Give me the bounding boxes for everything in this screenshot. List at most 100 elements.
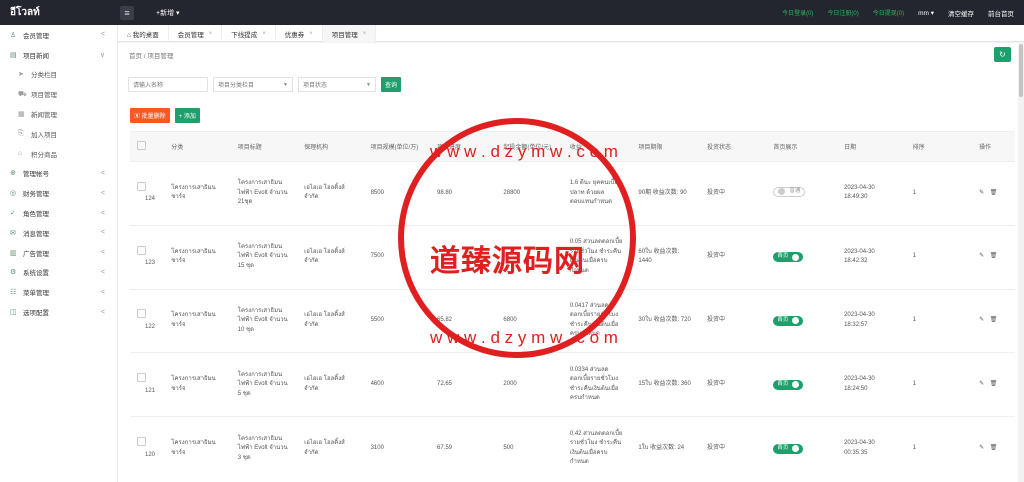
- column-header: 项目进度: [429, 131, 497, 162]
- row-id: 122: [145, 323, 156, 330]
- doc-icon: ▦: [18, 111, 25, 119]
- toggle-label: 首页: [777, 381, 789, 388]
- column-header: 日期: [837, 131, 906, 162]
- ad-icon: ▥: [10, 249, 17, 257]
- sidebar-item-14[interactable]: ◫ 选项配置 <: [0, 302, 117, 322]
- sidebar-item-4[interactable]: ▦ 新闻管理: [0, 104, 117, 124]
- row-checkbox[interactable]: [137, 245, 146, 255]
- row-checkbox[interactable]: [137, 373, 146, 383]
- select-all-checkbox-cell[interactable]: [130, 131, 165, 162]
- tab-3[interactable]: 优惠券 ×: [276, 25, 323, 42]
- sidebar-item-1[interactable]: ▤ 项目新闻 ∨: [0, 45, 117, 65]
- tab-label: 会员管理: [177, 31, 204, 39]
- close-icon[interactable]: ×: [363, 31, 367, 37]
- chevron-left-icon: <: [100, 288, 105, 296]
- topbar-link-3[interactable]: mm ▾: [918, 9, 934, 17]
- cell-title: โครงการเสาธิมนไฟฟ้า Evolt จำนวน 15 ชุด: [230, 224, 298, 290]
- row-actions[interactable]: ✎ 🗑: [972, 288, 1015, 353]
- table-body: 124 โครงการเสาธิมนชาร์จ โครงการเสาธิมนไฟฟ้…: [130, 161, 1015, 481]
- column-header: 项目标题: [230, 131, 298, 162]
- cell-scale: 5500: [363, 288, 430, 353]
- cell-progress: [429, 224, 497, 290]
- homepage-toggle[interactable]: 首页: [773, 315, 804, 326]
- sidebar-item-13[interactable]: ☷ 菜单管理 <: [0, 282, 117, 302]
- homepage-toggle[interactable]: 普通: [773, 186, 806, 197]
- row-checkbox-cell[interactable]: 124: [130, 161, 165, 226]
- row-checkbox-cell[interactable]: 121: [130, 352, 165, 417]
- row-checkbox-cell[interactable]: 120: [130, 416, 165, 481]
- message-icon: ✉: [10, 229, 16, 237]
- sidebar-item-9[interactable]: ✓ 角色管理 <: [0, 203, 117, 223]
- new-dropdown[interactable]: +新增 ▾: [156, 8, 180, 18]
- row-checkbox[interactable]: [137, 437, 146, 447]
- row-actions[interactable]: ✎ 🗑: [972, 224, 1015, 290]
- money-icon: ⊕: [10, 170, 16, 178]
- scrollbar-thumb[interactable]: [1019, 44, 1023, 97]
- row-actions[interactable]: ✎ 🗑: [972, 352, 1015, 417]
- tab-2[interactable]: 下线提成 ×: [222, 25, 276, 42]
- sidebar-item-10[interactable]: ✉ 消息管理 <: [0, 223, 117, 243]
- row-checkbox-cell[interactable]: 123: [130, 224, 165, 290]
- cell-min: 28800: [496, 161, 563, 226]
- row-id: 120: [145, 451, 156, 458]
- query-button[interactable]: 查询: [381, 77, 402, 92]
- row-checkbox[interactable]: [137, 309, 146, 319]
- topbar-link-2[interactable]: 今日提现(0): [873, 8, 904, 17]
- toggle-knob: [792, 381, 800, 389]
- cell-date: 2023-04-30 18:42:32: [837, 224, 906, 290]
- close-icon[interactable]: ×: [309, 31, 313, 37]
- column-header: 项目规模(单位/万): [363, 131, 430, 162]
- category-select[interactable]: 项目分类栏目 ▼: [213, 77, 293, 92]
- name-search-input[interactable]: 请输入名称: [128, 77, 208, 92]
- sidebar-item-2[interactable]: ➤ 分类栏目: [0, 65, 117, 85]
- sidebar-item-12[interactable]: ⚙ 系统设置 <: [0, 263, 117, 283]
- cell-sort: 1: [905, 224, 973, 290]
- toggle-knob: [778, 188, 786, 196]
- select-all-checkbox[interactable]: [137, 141, 146, 150]
- cell-scale: 7500: [363, 224, 430, 290]
- sidebar-item-7[interactable]: ⊕ 管理帐号 <: [0, 164, 117, 184]
- close-icon[interactable]: ×: [262, 31, 266, 37]
- add-button[interactable]: + 添加: [174, 108, 200, 123]
- cell-status: 投资中: [699, 224, 767, 290]
- toggle-knob: [792, 317, 800, 325]
- status-select[interactable]: 项目状态 ▼: [298, 77, 376, 92]
- menu-toggle-icon[interactable]: ≡: [120, 5, 134, 20]
- close-icon[interactable]: ×: [209, 31, 213, 37]
- homepage-toggle[interactable]: 首页: [773, 252, 804, 263]
- main-content: 请输入名称 项目分类栏目 ▼ 项目状态 ▼ 查询 ▣ 批量删除 + 添加 分类 项目标…: [118, 67, 1018, 482]
- sidebar-item-8[interactable]: ◎ 财务管理 <: [0, 183, 117, 203]
- batch-delete-button[interactable]: ▣ 批量删除: [130, 108, 170, 123]
- sidebar-item-6[interactable]: ⌂ 积分商品: [0, 144, 117, 164]
- row-checkbox-cell[interactable]: 122: [130, 288, 165, 353]
- sidebar-item-5[interactable]: ⎘ 加入项目: [0, 124, 117, 144]
- cell-date: 2023-04-30 18:32:57: [837, 288, 906, 353]
- topbar-link-1[interactable]: 今日注册(0): [827, 8, 858, 17]
- cell-min: 500: [496, 416, 563, 481]
- topbar-link-4[interactable]: 清空缓存: [948, 8, 974, 18]
- sidebar-item-11[interactable]: ▥ 广告管理 <: [0, 243, 117, 263]
- topbar-link-5[interactable]: 前台首页: [988, 8, 1014, 18]
- topbar-link-0[interactable]: 今日登录(0): [782, 8, 813, 17]
- chevron-down-icon: ▼: [283, 81, 288, 88]
- sidebar-item-0[interactable]: ♙ 会员管理 <: [0, 25, 117, 45]
- topbar-right: 今日登录(0) 今日注册(0) 今日提现(0) mm ▾ 清空缓存 前台首页: [782, 8, 1024, 18]
- cell-cat: โครงการเสาธิมนชาร์จ: [164, 416, 231, 481]
- homepage-toggle[interactable]: 首页: [773, 379, 804, 390]
- cell-cat: โครงการเสาธิมนชาร์จ: [164, 352, 231, 417]
- scrollbar-track[interactable]: [1018, 43, 1024, 482]
- row-actions[interactable]: ✎ 🗑: [972, 416, 1015, 481]
- chevron-left-icon: <: [100, 169, 105, 177]
- row-checkbox[interactable]: [137, 181, 146, 191]
- row-actions[interactable]: ✎ 🗑: [972, 161, 1015, 226]
- tab-4[interactable]: 项目管理 ×: [322, 25, 377, 42]
- sidebar-item-3[interactable]: ⛟ 项目管理: [0, 84, 117, 104]
- tab-0[interactable]: ⌂ 我的桌面: [118, 25, 169, 42]
- refresh-button[interactable]: ↻: [994, 47, 1011, 62]
- column-header: 操作: [972, 131, 1015, 162]
- sidebar-item-label: 项目新闻: [23, 52, 49, 60]
- chevron-left-icon: <: [100, 31, 105, 39]
- homepage-toggle[interactable]: 首页: [773, 443, 804, 454]
- cell-title: โครงการเสาธิมนไฟฟ้า Evolt จำนวน 5 ชุด: [230, 352, 298, 417]
- tab-1[interactable]: 会员管理 ×: [169, 25, 223, 42]
